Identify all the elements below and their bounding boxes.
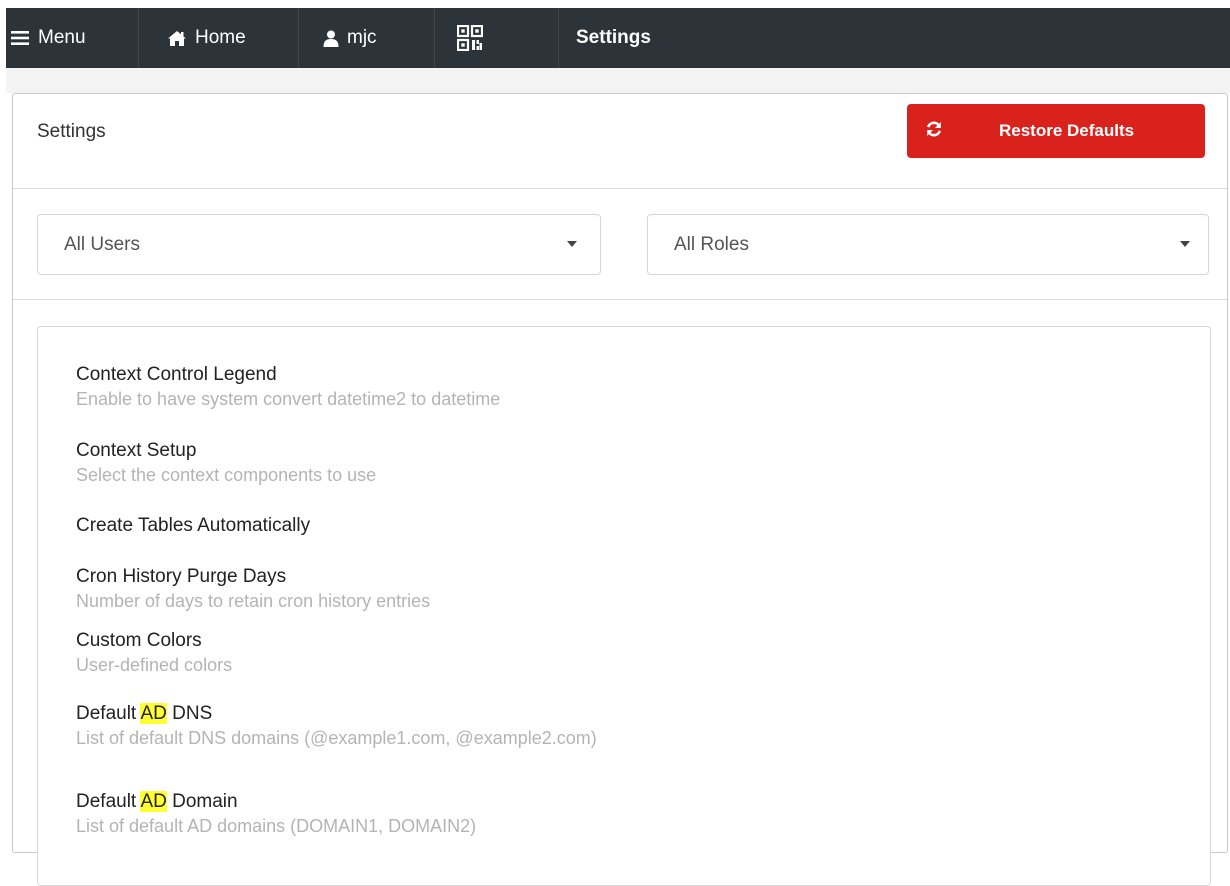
users-select-value: All Users	[64, 234, 141, 255]
hamburger-icon	[11, 31, 29, 45]
users-select[interactable]: All Users	[37, 214, 601, 275]
filters-row: All Users All Roles	[13, 189, 1227, 300]
window-top-edge	[0, 0, 1230, 8]
roles-select-value: All Roles	[674, 234, 749, 255]
setting-item-default-ad-domain[interactable]: Default AD Domain List of default AD dom…	[76, 790, 476, 838]
setting-description: User-defined colors	[76, 655, 233, 675]
setting-item-custom-colors[interactable]: Custom Colors User-defined colors	[76, 629, 232, 677]
setting-item-create-tables-automatically[interactable]: Create Tables Automatically	[76, 514, 310, 538]
setting-name-prefix: Default	[76, 703, 141, 724]
setting-description: Select the context components to use	[76, 465, 377, 485]
setting-name: Cron History Purge Days	[76, 566, 287, 587]
settings-panel: Settings Restore Defaults All Users All …	[12, 93, 1228, 886]
settings-list: Context Control Legend Enable to have sy…	[37, 326, 1211, 886]
setting-description: Enable to have system convert datetime2 …	[76, 389, 501, 409]
setting-name-suffix: Domain	[166, 791, 238, 812]
menu-button[interactable]: Menu	[6, 8, 139, 68]
user-icon	[323, 30, 339, 47]
setting-description: List of default DNS domains (@example1.c…	[76, 728, 597, 748]
setting-name: Default AD Domain	[76, 790, 476, 814]
setting-name: Context Control Legend	[76, 364, 277, 385]
caret-down-icon	[1180, 241, 1190, 247]
search-match-highlight: AD	[140, 791, 167, 812]
restore-defaults-label: Restore Defaults	[999, 121, 1135, 140]
page-background	[6, 68, 1230, 93]
setting-item-context-control-legend[interactable]: Context Control Legend Enable to have sy…	[76, 363, 500, 411]
setting-name-suffix: DNS	[166, 703, 213, 724]
setting-description: Number of days to retain cron history en…	[76, 591, 431, 611]
setting-name: Default AD DNS	[76, 702, 597, 726]
user-label: mjc	[347, 27, 377, 48]
qr-code-button[interactable]	[435, 8, 559, 68]
setting-item-cron-history-purge-days[interactable]: Cron History Purge Days Number of days t…	[76, 565, 430, 613]
search-match-highlight: AD	[140, 703, 167, 724]
setting-description: List of default AD domains (DOMAIN1, DOM…	[76, 816, 477, 836]
roles-select[interactable]: All Roles	[647, 214, 1209, 275]
page-title: Settings	[576, 27, 651, 48]
menu-label: Menu	[38, 27, 86, 48]
setting-name: Custom Colors	[76, 630, 202, 651]
setting-name: Create Tables Automatically	[76, 515, 311, 536]
setting-item-default-ad-dns[interactable]: Default AD DNS List of default DNS domai…	[76, 702, 597, 750]
home-link[interactable]: Home	[139, 8, 299, 68]
refresh-icon	[926, 121, 942, 137]
setting-name-prefix: Default	[76, 791, 141, 812]
setting-name: Context Setup	[76, 440, 197, 461]
home-icon	[168, 30, 186, 46]
qr-code-icon	[457, 25, 483, 51]
panel-title: Settings	[37, 121, 106, 142]
panel-header: Settings Restore Defaults	[13, 94, 1227, 189]
home-label: Home	[195, 27, 246, 48]
caret-down-icon	[567, 241, 577, 247]
user-link[interactable]: mjc	[299, 8, 435, 68]
top-navbar: Menu Home mjc Settings	[6, 8, 1230, 68]
restore-defaults-button[interactable]: Restore Defaults	[907, 104, 1205, 158]
setting-item-context-setup[interactable]: Context Setup Select the context compone…	[76, 439, 376, 487]
